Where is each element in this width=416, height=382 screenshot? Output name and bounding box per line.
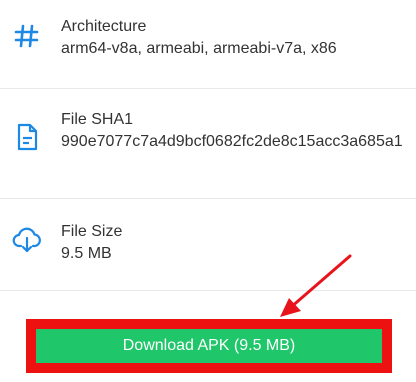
divider [0,290,416,291]
download-highlight-box: Download APK (9.5 MB) [26,319,392,373]
architecture-value: arm64-v8a, armeabi, armeabi-v7a, x86 [61,40,337,57]
architecture-label: Architecture [61,18,147,35]
cloud-download-icon [12,225,42,255]
file-size-value: 9.5 MB [61,245,112,262]
hash-icon [12,21,42,51]
file-size-row: File Size 9.5 MB [0,198,416,290]
download-apk-button[interactable]: Download APK (9.5 MB) [36,329,382,363]
file-size-label: File Size [61,223,123,240]
file-sha1-row: File SHA1 990e7077c7a4d9bcf0682fc2de8c15… [0,88,416,198]
architecture-row: Architecture arm64-v8a, armeabi, armeabi… [0,0,416,88]
document-icon [12,122,42,152]
file-sha1-label: File SHA1 [61,111,134,128]
file-sha1-value: 990e7077c7a4d9bcf0682fc2de8c15acc3a685a1 [61,133,403,150]
